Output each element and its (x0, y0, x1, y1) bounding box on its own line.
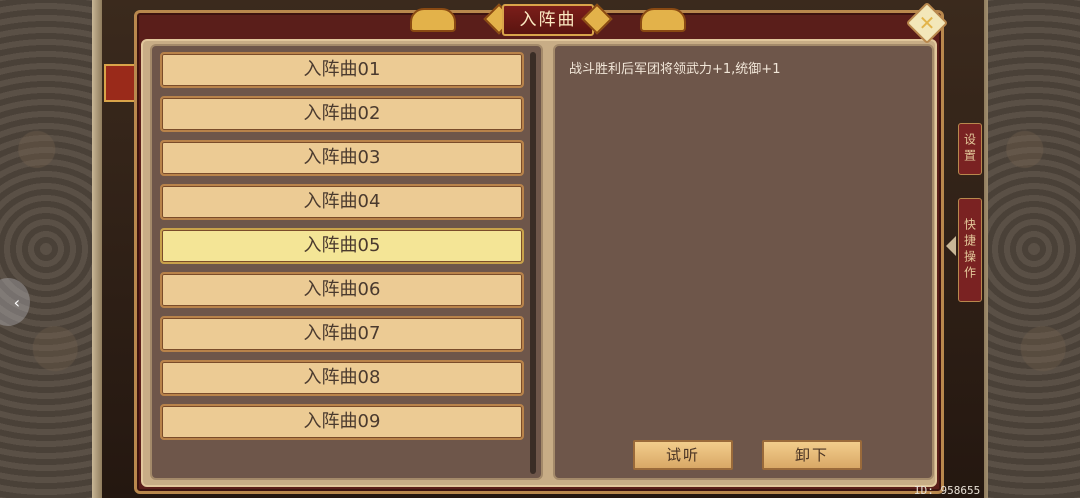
dialog-title-plate: 入阵曲 (410, 3, 686, 36)
song-item-02[interactable]: 入阵曲02 (160, 96, 524, 132)
song-item-05[interactable]: 入阵曲05 (160, 228, 524, 264)
listen-button[interactable]: 试听 (633, 440, 733, 470)
dialog-title: 入阵曲 (502, 4, 594, 36)
side-tab-shortcut[interactable]: 快捷操作 (958, 198, 982, 302)
cloud-ornament-icon (410, 8, 456, 32)
game-shortcut-tile[interactable] (104, 64, 138, 102)
cloud-ornament-icon (640, 8, 686, 32)
song-list-scrollbar[interactable] (530, 52, 536, 474)
song-item-03[interactable]: 入阵曲03 (160, 140, 524, 176)
background-left-pattern (0, 0, 92, 498)
unequip-button[interactable]: 卸下 (762, 440, 862, 470)
song-detail-panel: 战斗胜利后军团将领武力+1,统御+1 试听 卸下 (553, 44, 934, 480)
side-expand-arrow-icon[interactable] (946, 236, 956, 256)
song-effect-description: 战斗胜利后军团将领武力+1,统御+1 (569, 62, 781, 77)
song-item-09[interactable]: 入阵曲09 (160, 404, 524, 440)
song-item-06[interactable]: 入阵曲06 (160, 272, 524, 308)
song-list-panel: 入阵曲01 入阵曲02 入阵曲03 入阵曲04 入阵曲05 入阵曲06 入阵曲0… (150, 44, 543, 480)
song-item-07[interactable]: 入阵曲07 (160, 316, 524, 352)
song-item-04[interactable]: 入阵曲04 (160, 184, 524, 220)
song-item-01[interactable]: 入阵曲01 (160, 52, 524, 88)
song-item-08[interactable]: 入阵曲08 (160, 360, 524, 396)
close-icon: ✕ (918, 11, 936, 35)
background-right-pattern (988, 0, 1080, 498)
player-id: ID: 958655 (914, 484, 981, 497)
side-tab-settings[interactable]: 设置 (958, 123, 982, 175)
background-left-frame (92, 0, 102, 498)
